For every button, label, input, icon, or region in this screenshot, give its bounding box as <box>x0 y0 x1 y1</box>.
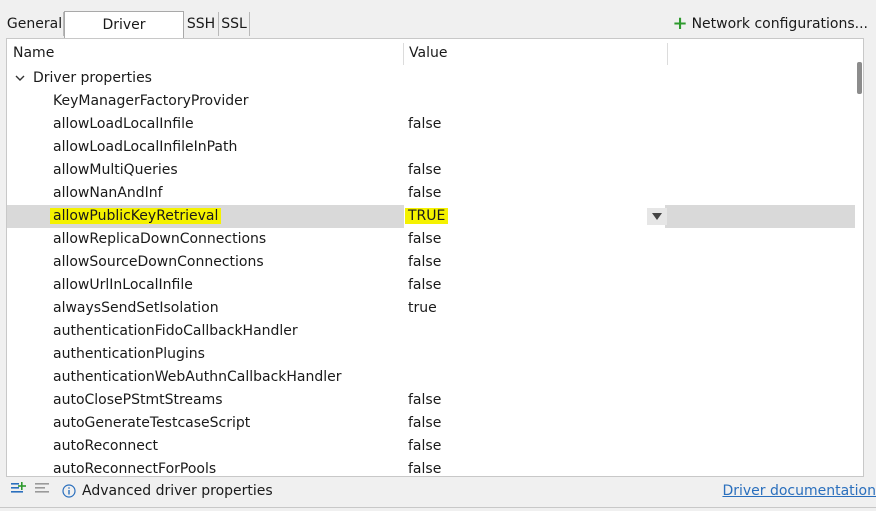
table-row[interactable]: allowReplicaDownConnections false <box>7 228 855 251</box>
table-row[interactable]: authenticationWebAuthnCallbackHandler <box>7 366 855 389</box>
table-header: Name Value <box>7 39 863 67</box>
remove-property-icon[interactable] <box>34 480 50 496</box>
property-value[interactable]: false <box>408 159 441 182</box>
table-row[interactable]: allowMultiQueries false <box>7 159 855 182</box>
table-row[interactable]: KeyManagerFactoryProvider <box>7 90 855 113</box>
table-row[interactable]: allowLoadLocalInfileInPath <box>7 136 855 159</box>
property-name: allowLoadLocalInfileInPath <box>53 139 238 155</box>
property-name: KeyManagerFactoryProvider <box>53 93 249 109</box>
tab-general[interactable]: General <box>6 12 64 36</box>
property-name: allowSourceDownConnections <box>53 254 264 270</box>
property-value[interactable]: false <box>408 113 441 136</box>
driver-properties-table: Name Value Driver properties KeyManagerF… <box>6 38 864 477</box>
property-name: allowReplicaDownConnections <box>53 231 267 247</box>
table-row[interactable]: authenticationFidoCallbackHandler <box>7 320 855 343</box>
table-row[interactable]: allowPublicKeyRetrieval TRUE <box>7 205 855 228</box>
tab-ssl[interactable]: SSL <box>219 12 250 36</box>
table-row[interactable]: allowUrlInLocalInfile false <box>7 274 855 297</box>
property-name: autoReconnect <box>53 438 159 454</box>
table-row[interactable]: allowNanAndInf false <box>7 182 855 205</box>
property-name: allowMultiQueries <box>53 162 178 178</box>
table-row[interactable]: autoReconnectForPools false <box>7 458 855 477</box>
property-value[interactable]: false <box>408 458 441 476</box>
property-name: authenticationPlugins <box>53 346 205 362</box>
footer-bar: Advanced driver properties Driver docume… <box>0 476 876 506</box>
property-value[interactable]: false <box>408 389 441 412</box>
column-header-value[interactable]: Value <box>409 39 447 67</box>
driver-documentation-link[interactable]: Driver documentation <box>722 480 876 502</box>
column-divider[interactable] <box>667 43 668 65</box>
property-name: allowUrlInLocalInfile <box>53 277 193 293</box>
property-value[interactable]: false <box>408 435 441 458</box>
property-name: allowLoadLocalInfile <box>53 116 194 132</box>
add-property-icon[interactable] <box>10 480 26 496</box>
column-header-name[interactable]: Name <box>13 39 54 67</box>
table-row[interactable]: alwaysSendSetIsolation true <box>7 297 855 320</box>
tab-ssh[interactable]: SSH <box>184 12 219 36</box>
table-row[interactable]: autoClosePStmtStreams false <box>7 389 855 412</box>
advanced-driver-properties[interactable]: Advanced driver properties <box>82 480 273 502</box>
divider <box>0 507 876 508</box>
highlighted-text: allowPublicKeyRetrieval <box>50 208 222 224</box>
scrollbar-thumb[interactable] <box>857 62 862 94</box>
network-configurations-label: Network configurations... <box>691 16 868 32</box>
info-icon <box>62 484 76 498</box>
property-name: authenticationFidoCallbackHandler <box>53 323 298 339</box>
property-value[interactable]: false <box>408 251 441 274</box>
highlighted-text: TRUE <box>405 208 449 224</box>
table-row[interactable]: allowLoadLocalInfile false <box>7 113 855 136</box>
chevron-down-icon[interactable] <box>14 73 26 83</box>
value-dropdown-button[interactable] <box>647 208 667 225</box>
property-name: alwaysSendSetIsolation <box>53 300 219 316</box>
table-row[interactable]: allowSourceDownConnections false <box>7 251 855 274</box>
property-value[interactable]: false <box>408 274 441 297</box>
column-divider[interactable] <box>403 43 404 65</box>
vertical-scrollbar[interactable] <box>856 39 863 476</box>
property-name: autoGenerateTestcaseScript <box>53 415 251 431</box>
property-value[interactable]: false <box>408 412 441 435</box>
property-name: authenticationWebAuthnCallbackHandler <box>53 369 342 385</box>
property-name: allowNanAndInf <box>53 185 163 201</box>
property-value[interactable]: false <box>408 182 441 205</box>
property-name: allowPublicKeyRetrieval <box>50 205 222 228</box>
caret-down-icon <box>652 213 662 220</box>
property-value[interactable]: false <box>408 228 441 251</box>
tab-driver-properties[interactable]: Driver properties <box>64 11 184 59</box>
plus-icon: + <box>672 13 688 34</box>
tab-bar: General Driver properties SSH SSL +Netwo… <box>0 0 876 59</box>
property-name: autoClosePStmtStreams <box>53 392 223 408</box>
property-name: autoReconnectForPools <box>53 461 217 477</box>
property-value[interactable]: true <box>408 297 437 320</box>
group-label: Driver properties <box>33 70 152 86</box>
network-configurations-button[interactable]: + Network configurations... <box>672 12 868 36</box>
table-row[interactable]: autoGenerateTestcaseScript false <box>7 412 855 435</box>
table-row[interactable]: autoReconnect false <box>7 435 855 458</box>
table-row[interactable]: authenticationPlugins <box>7 343 855 366</box>
property-value[interactable]: TRUE <box>405 205 449 228</box>
